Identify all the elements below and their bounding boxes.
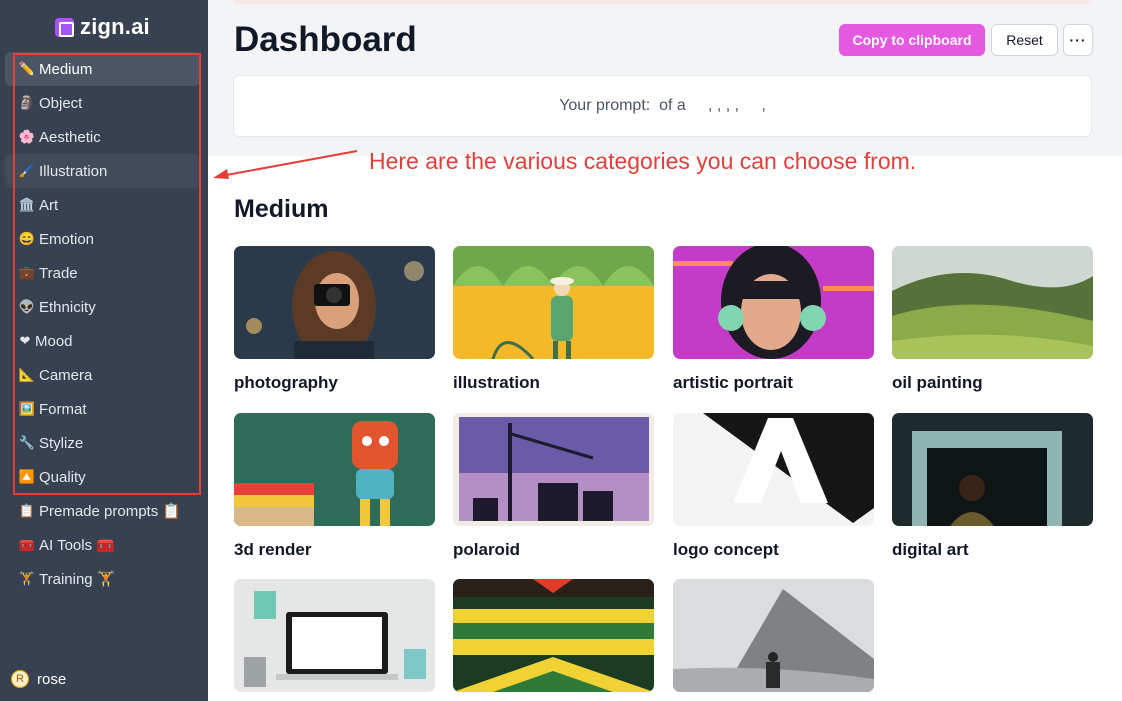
sidebar-item-emotion[interactable]: 😄 Emotion: [5, 222, 200, 256]
top-banner-strip: [233, 0, 1092, 4]
alien-icon: 👽: [18, 299, 36, 314]
card-thumbnail: [673, 579, 874, 692]
logo[interactable]: zign.ai: [55, 14, 150, 40]
sidebar-item-ethnicity[interactable]: 👽 Ethnicity: [5, 290, 200, 324]
card-thumbnail: [892, 246, 1093, 359]
user-name: rose: [37, 670, 67, 688]
sidebar-item-object[interactable]: 🗿 Object: [5, 86, 200, 120]
card-thumbnail: [892, 413, 1093, 526]
sidebar-item-medium[interactable]: ✏️ Medium: [5, 52, 200, 86]
moai-icon: 🗿: [18, 95, 36, 110]
smiley-icon: 😄: [18, 231, 36, 246]
copy-to-clipboard-button[interactable]: Copy to clipboard: [839, 24, 985, 56]
wrench-icon: 🔧: [18, 435, 36, 450]
sidebar-item-premade-prompts[interactable]: 📋 Premade prompts 📋: [5, 494, 200, 528]
reset-button[interactable]: Reset: [991, 24, 1058, 56]
sidebar: zign.ai ✏️ Medium 🗿 Object 🌸 Aesthetic 🖌…: [0, 0, 208, 701]
pencil-icon: ✏️: [18, 61, 36, 76]
sidebar-item-label: Object: [39, 94, 83, 112]
prompt-display: Your prompt: of a , , , , ,: [233, 75, 1092, 137]
card-thumbnail: [453, 246, 654, 359]
sidebar-item-ai-tools[interactable]: 🧰 AI Tools 🧰: [5, 528, 200, 562]
paintbrush-icon: 🖌️: [18, 163, 36, 178]
section-title: Medium: [234, 195, 329, 223]
briefcase-icon: 💼: [18, 265, 36, 280]
card-thumbnail: [234, 246, 435, 359]
card-thumbnail: [673, 246, 874, 359]
annotation-text: Here are the various categories you can …: [369, 148, 917, 174]
avatar: R: [11, 670, 29, 688]
sidebar-item-label: Emotion: [39, 230, 95, 248]
annotation-arrow-icon: [213, 150, 358, 179]
card-label: artistic portrait: [673, 373, 793, 392]
heart-icon: ❤: [19, 333, 31, 348]
sidebar-item-quality[interactable]: 🔼 Quality: [5, 460, 200, 494]
sidebar-item-training[interactable]: 🏋 Training 🏋: [5, 562, 200, 596]
category-card-mockup[interactable]: [234, 579, 435, 692]
prompt-text: Your prompt: of a , , , , ,: [559, 97, 766, 114]
sidebar-item-illustration[interactable]: 🖌️ Illustration: [5, 154, 200, 188]
sidebar-item-label: AI Tools 🧰: [39, 537, 115, 554]
sidebar-item-label: Premade prompts 📋: [39, 503, 182, 520]
card-label: oil painting: [892, 373, 983, 392]
framed-picture-icon: 🖼️: [18, 401, 36, 416]
sidebar-item-format[interactable]: 🖼️ Format: [5, 392, 200, 426]
category-card-artistic-portrait[interactable]: artistic portrait: [673, 246, 874, 392]
weightlifter-icon: 🏋: [18, 571, 36, 586]
sidebar-item-mood[interactable]: ❤ Mood: [5, 324, 200, 358]
sidebar-item-label: Stylize: [39, 434, 84, 452]
sidebar-item-trade[interactable]: 💼 Trade: [5, 256, 200, 290]
up-button-icon: 🔼: [18, 469, 36, 484]
card-thumbnail: [234, 413, 435, 526]
category-card-logo-concept[interactable]: logo concept: [673, 413, 874, 559]
logo-icon: [55, 17, 74, 37]
user-profile[interactable]: R rose: [11, 670, 66, 688]
card-thumbnail: [234, 579, 435, 692]
sidebar-nav: ✏️ Medium 🗿 Object 🌸 Aesthetic 🖌️ Illust…: [5, 52, 200, 596]
category-card-digital-art[interactable]: digital art: [892, 413, 1093, 559]
toolbox-icon: 🧰: [18, 537, 36, 552]
category-card-3d-render[interactable]: 3d render: [234, 413, 435, 559]
category-card-photography[interactable]: photography: [234, 246, 435, 392]
triangle-ruler-icon: 📐: [18, 367, 36, 382]
sidebar-item-art[interactable]: 🏛️ Art: [5, 188, 200, 222]
clipboard-icon: 📋: [18, 503, 36, 518]
sidebar-item-label: Trade: [39, 264, 78, 282]
sidebar-item-label: Mood: [35, 332, 73, 350]
card-thumbnail: [453, 579, 654, 692]
card-thumbnail: [453, 413, 654, 526]
category-card-poster[interactable]: [453, 579, 654, 692]
sidebar-item-label: Illustration: [39, 162, 108, 180]
sidebar-item-label: Camera: [39, 366, 93, 384]
blossom-icon: 🌸: [18, 129, 36, 144]
card-label: illustration: [453, 373, 540, 392]
category-card-illustration[interactable]: illustration: [453, 246, 654, 392]
logo-text: zign.ai: [80, 14, 150, 39]
sidebar-item-label: Art: [39, 196, 59, 214]
more-options-button[interactable]: ···: [1063, 24, 1093, 56]
card-label: digital art: [892, 540, 969, 559]
page-title: Dashboard: [234, 20, 417, 59]
sidebar-item-label: Ethnicity: [39, 298, 96, 316]
card-label: 3d render: [234, 540, 312, 559]
sidebar-item-stylize[interactable]: 🔧 Stylize: [5, 426, 200, 460]
museum-icon: 🏛️: [18, 197, 36, 212]
category-card-landscape-photo[interactable]: [673, 579, 874, 692]
sidebar-item-label: Training 🏋: [39, 571, 116, 588]
card-thumbnail: [673, 413, 874, 526]
category-card-polaroid[interactable]: polaroid: [453, 413, 654, 559]
sidebar-item-camera[interactable]: 📐 Camera: [5, 358, 200, 392]
sidebar-item-aesthetic[interactable]: 🌸 Aesthetic: [5, 120, 200, 154]
card-label: logo concept: [673, 540, 779, 559]
category-card-oil-painting[interactable]: oil painting: [892, 246, 1093, 392]
sidebar-item-label: Format: [39, 400, 87, 418]
sidebar-item-label: Medium: [39, 60, 93, 78]
sidebar-item-label: Quality: [39, 468, 86, 486]
card-label: photography: [234, 373, 338, 392]
card-label: polaroid: [453, 540, 521, 559]
sidebar-item-label: Aesthetic: [39, 128, 101, 146]
